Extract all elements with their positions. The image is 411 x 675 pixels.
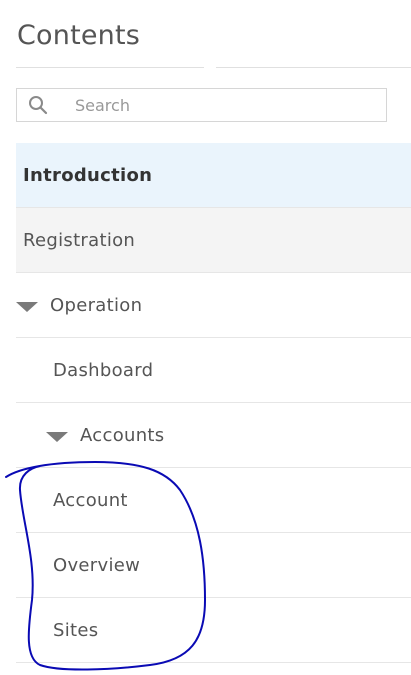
panel-title: Contents [17,20,141,51]
nav-item-operation[interactable]: Operation [16,273,411,338]
search-input[interactable] [75,89,375,121]
nav-item-label: Registration [23,229,136,251]
title-divider-right [216,67,411,68]
nav-item-label: Operation [50,294,143,316]
nav-item-label: Sites [53,619,99,641]
nav-item-label: Introduction [23,164,153,186]
nav-item-overview[interactable]: Overview [16,533,411,598]
search-box[interactable] [16,88,387,122]
nav-item-introduction[interactable]: Introduction [16,143,411,208]
contents-panel: Contents Introduction Registration Opera… [0,0,411,675]
title-divider [16,67,204,68]
nav-item-registration[interactable]: Registration [16,208,411,273]
nav-item-label: Dashboard [53,359,154,381]
caret-down-icon[interactable] [16,302,38,312]
search-icon[interactable] [28,95,48,115]
nav-item-account[interactable]: Account [16,468,411,533]
nav-item-label: Accounts [80,424,165,446]
nav-item-label: Overview [53,554,141,576]
caret-down-icon[interactable] [46,432,68,442]
nav-item-accounts[interactable]: Accounts [16,403,411,468]
nav-item-sites[interactable]: Sites [16,598,411,663]
nav-item-dashboard[interactable]: Dashboard [16,338,411,403]
nav-item-label: Account [53,489,128,511]
